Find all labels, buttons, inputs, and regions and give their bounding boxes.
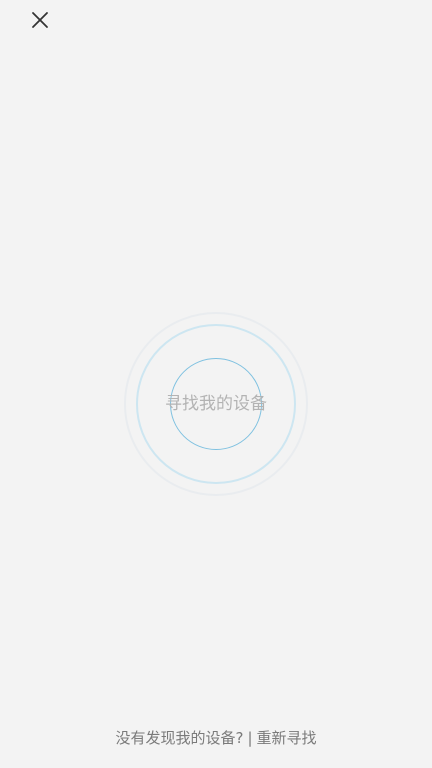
radar-ring-outer	[124, 312, 308, 496]
footer-links: 没有发现我的设备? | 重新寻找	[0, 727, 432, 749]
device-search-screen: 寻找我的设备 没有发现我的设备? | 重新寻找	[0, 0, 432, 768]
footer-separator: |	[247, 729, 253, 747]
radar-ring-inner	[170, 358, 262, 450]
retry-search-link[interactable]: 重新寻找	[257, 729, 317, 747]
close-button[interactable]	[26, 6, 54, 34]
search-radar: 寻找我的设备	[0, 0, 432, 768]
device-not-found-text: 没有发现我的设备?	[115, 729, 244, 747]
radar-ring-middle	[136, 324, 296, 484]
search-status-label: 寻找我的设备	[165, 394, 267, 414]
close-icon	[32, 12, 48, 28]
